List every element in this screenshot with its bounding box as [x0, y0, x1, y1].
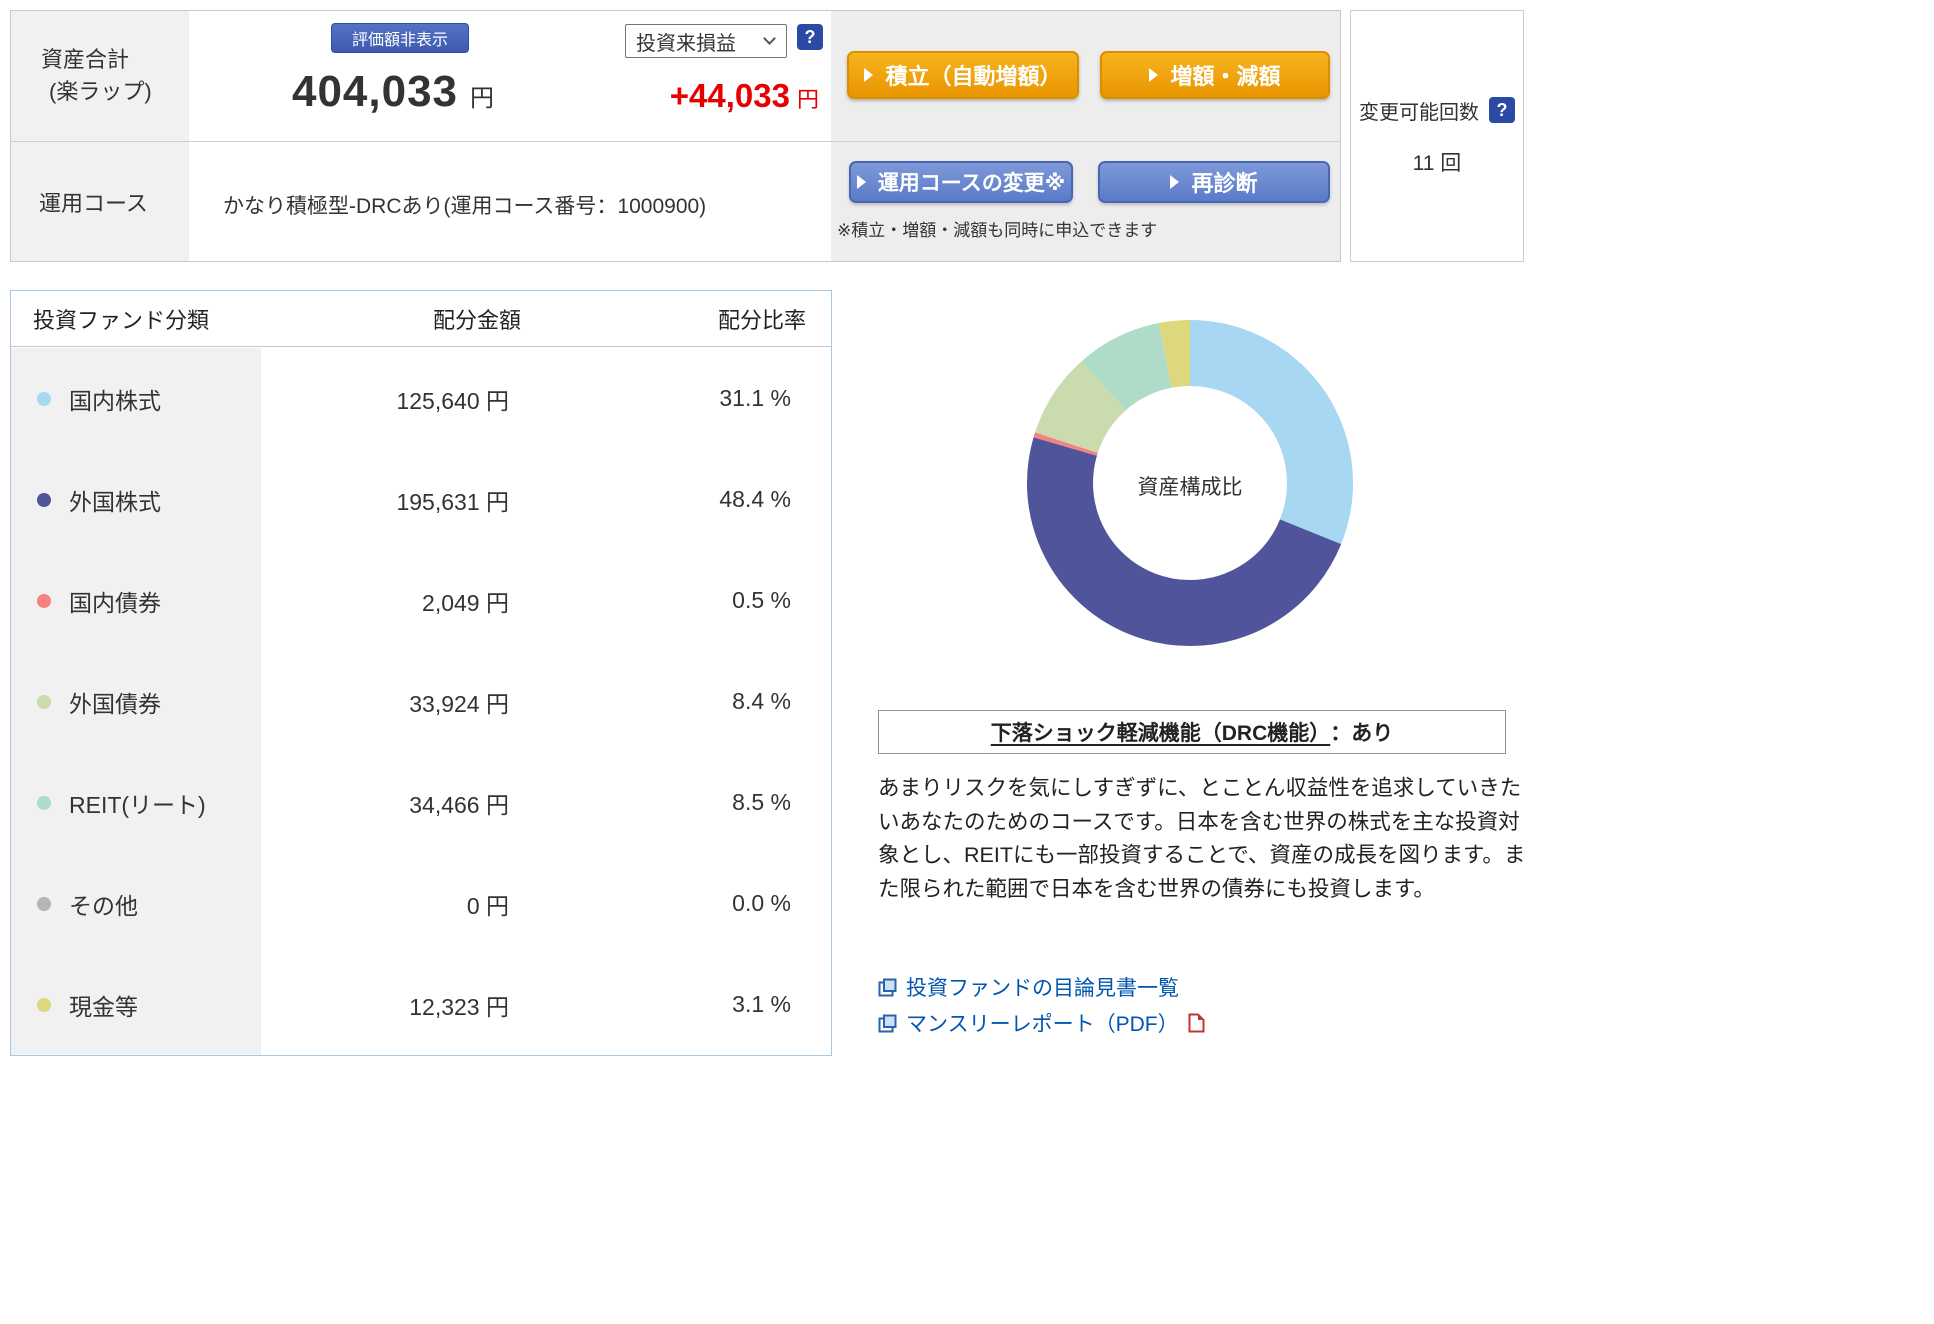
- table-row: 国内株式 125,640 円 31.1 %: [11, 348, 831, 449]
- tsumitate-button[interactable]: 積立（自動増額）: [847, 51, 1079, 99]
- allocation-table-panel: 投資ファンド分類 配分金額 配分比率 国内株式 125,640 円 31.1 %…: [10, 290, 832, 1056]
- pl-help-icon[interactable]: ?: [797, 24, 823, 50]
- course-row-label: 運用コース: [11, 142, 189, 261]
- chevron-down-icon: [763, 32, 776, 45]
- pl-amount: +44,033 円: [581, 77, 819, 115]
- allocation-amount: 34,466 円: [261, 786, 571, 820]
- drc-feature-box: 下落ショック軽減機能（DRC機能）：あり: [878, 710, 1506, 754]
- course-description: あまりリスクを気にしすぎずに、とことん収益性を追求していきたいあなたのためのコー…: [878, 772, 1528, 906]
- allocation-amount: 0 円: [261, 887, 571, 921]
- allocation-ratio: 31.1 %: [571, 385, 823, 412]
- external-link-icon: [878, 978, 897, 997]
- category-label: 外国債券: [69, 685, 161, 719]
- allocation-table-header: 投資ファンド分類 配分金額 配分比率: [11, 291, 831, 347]
- allocation-ratio: 0.5 %: [571, 587, 823, 614]
- category-color-dot: [37, 594, 51, 608]
- pl-period-select[interactable]: 投資来損益: [625, 24, 787, 58]
- allocation-amount: 12,323 円: [261, 988, 571, 1022]
- allocation-ratio: 0.0 %: [571, 890, 823, 917]
- drc-feature-status: ：あり: [1330, 717, 1393, 747]
- pl-period-selected-value: 投資来損益: [636, 27, 736, 56]
- zougen-button-label: 増額・減額: [1170, 59, 1280, 91]
- col-header-amount: 配分金額: [261, 303, 571, 335]
- table-row: 外国株式 195,631 円 48.4 %: [11, 449, 831, 550]
- monthly-report-link[interactable]: マンスリーレポート（PDF）: [906, 1008, 1179, 1038]
- category-label: 国内株式: [69, 382, 161, 416]
- course-change-button-label: 運用コースの変更※: [878, 167, 1065, 197]
- category-label: 外国株式: [69, 483, 161, 517]
- category-color-dot: [37, 493, 51, 507]
- table-row: 現金等 12,323 円 3.1 %: [11, 954, 831, 1055]
- total-asset-amount: 404,033 円: [225, 67, 561, 117]
- category-color-dot: [37, 796, 51, 810]
- pdf-icon: [1188, 1013, 1205, 1033]
- hide-valuation-button[interactable]: 評価額非表示: [331, 23, 469, 53]
- col-header-ratio: 配分比率: [571, 303, 823, 335]
- allocation-table-body: 国内株式 125,640 円 31.1 % 外国株式 195,631 円 48.…: [11, 348, 831, 1055]
- row-divider: [11, 141, 1340, 142]
- category-color-dot: [37, 392, 51, 406]
- apply-note: ※積立・増額・減額も同時に申込できます: [837, 216, 1157, 241]
- allocation-ratio: 8.4 %: [571, 688, 823, 715]
- category-color-dot: [37, 998, 51, 1012]
- change-count-panel: 変更可能回数 ? 11 回: [1350, 10, 1524, 262]
- asset-summary-panel: 資産合計 (楽ラップ) 運用コース 評価額非表示 404,033円 投資来損益 …: [10, 10, 1341, 262]
- allocation-amount: 2,049 円: [261, 584, 571, 618]
- course-change-button[interactable]: 運用コースの変更※: [849, 161, 1073, 203]
- category-color-dot: [37, 695, 51, 709]
- rakuten-wrap-page: 資産合計 (楽ラップ) 運用コース 評価額非表示 404,033円 投資来損益 …: [0, 0, 1934, 1324]
- table-row: その他 0 円 0.0 %: [11, 853, 831, 954]
- external-link-icon: [878, 1014, 897, 1033]
- allocation-ratio: 48.4 %: [571, 486, 823, 513]
- tsumitate-button-label: 積立（自動増額）: [885, 59, 1061, 91]
- drc-feature-title: 下落ショック軽減機能（DRC機能）: [991, 717, 1331, 747]
- total-asset-number: 404,033: [292, 67, 458, 116]
- rediagnosis-button-label: 再診断: [1191, 166, 1257, 198]
- category-label: 国内債券: [69, 584, 161, 618]
- table-row: 国内債券 2,049 円 0.5 %: [11, 550, 831, 651]
- change-count-value: 11 回: [1413, 147, 1462, 177]
- asset-total-label: 資産合計 (楽ラップ): [11, 11, 189, 141]
- category-color-dot: [37, 897, 51, 911]
- col-header-category: 投資ファンド分類: [11, 303, 261, 335]
- allocation-amount: 195,631 円: [261, 483, 571, 517]
- course-value: かなり積極型-DRCあり(運用コース番号：1000900): [223, 190, 706, 220]
- change-count-label-row: 変更可能回数 ?: [1359, 96, 1515, 125]
- table-row: REIT(リート) 34,466 円 8.5 %: [11, 752, 831, 853]
- allocation-amount: 125,640 円: [261, 382, 571, 416]
- arrow-right-icon: [864, 68, 873, 82]
- allocation-ratio: 8.5 %: [571, 789, 823, 816]
- table-row: 外国債券 33,924 円 8.4 %: [11, 651, 831, 752]
- arrow-right-icon: [1149, 68, 1158, 82]
- prospectus-link-row: 投資ファンドの目論見書一覧: [878, 972, 1179, 1002]
- pl-amount-unit: 円: [797, 87, 819, 112]
- change-count-help-icon[interactable]: ?: [1489, 97, 1515, 123]
- category-label: REIT(リート): [69, 786, 206, 820]
- total-asset-unit: 円: [470, 85, 494, 112]
- zougen-gengaku-button[interactable]: 増額・減額: [1100, 51, 1330, 99]
- change-count-label: 変更可能回数: [1359, 96, 1479, 125]
- arrow-right-icon: [857, 175, 866, 189]
- category-label: 現金等: [69, 988, 138, 1022]
- prospectus-link[interactable]: 投資ファンドの目論見書一覧: [906, 972, 1179, 1002]
- chart-center-label: 資産構成比: [1090, 471, 1290, 501]
- pl-amount-number: +44,033: [670, 77, 790, 114]
- rediagnosis-button[interactable]: 再診断: [1098, 161, 1330, 203]
- allocation-ratio: 3.1 %: [571, 991, 823, 1018]
- category-label: その他: [69, 887, 138, 921]
- arrow-right-icon: [1170, 175, 1179, 189]
- allocation-amount: 33,924 円: [261, 685, 571, 719]
- asset-total-label-line1: 資産合計: [41, 44, 189, 76]
- asset-total-label-line2: (楽ラップ): [49, 76, 189, 108]
- monthly-report-link-row: マンスリーレポート（PDF）: [878, 1008, 1205, 1038]
